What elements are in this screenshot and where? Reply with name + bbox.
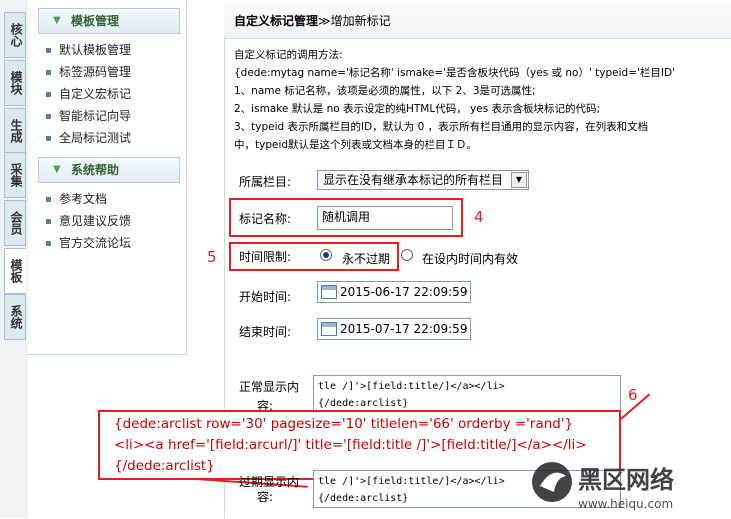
calendar-icon[interactable] <box>321 322 337 336</box>
bullet-icon <box>46 197 51 202</box>
sidebar-item-label: 参考文档 <box>59 192 108 206</box>
help-line: {dede:mytag name='标记名称' ismake='是否含板块代码（… <box>234 67 675 79</box>
start-time-label: 开始时间: <box>239 290 292 304</box>
watermark-logo: 黑区网络 www.heiqu.com <box>530 456 730 516</box>
bullet-icon <box>46 114 51 119</box>
svg-text:黑区网络: 黑区网络 <box>578 466 674 494</box>
breadcrumb-separator: ≫ <box>318 14 331 28</box>
help-line: 2、ismake 默认是 no 表示设定的纯HTML代码， yes 表示含板块标… <box>234 103 601 115</box>
section-title: 系统帮助 <box>71 163 120 177</box>
tab-generate[interactable]: 生成 <box>4 108 26 154</box>
sidebar-item-label: 标签源码管理 <box>59 65 132 79</box>
collapse-arrow-icon: ▼ <box>53 164 61 175</box>
bullet-icon <box>46 92 51 97</box>
normal-content-textarea[interactable]: tle /]'>[field:title/]</a></li> {/dede:a… <box>313 375 621 413</box>
page-subtitle: 增加新标记 <box>330 14 391 28</box>
sidebar-item-custom-macro[interactable]: 自定义宏标记 <box>46 86 131 102</box>
watermark-emblem-icon: 黑区网络 www.heiqu.com <box>532 462 674 511</box>
bullet-icon <box>46 70 51 75</box>
tab-template[interactable]: 模板 <box>4 248 26 294</box>
radio-valid-in-period[interactable] <box>401 249 413 261</box>
collapse-arrow-icon: ▼ <box>53 15 61 26</box>
start-time-input[interactable]: 2015-06-17 22:09:59 <box>317 281 471 303</box>
sidebar-item-tag-source[interactable]: 标签源码管理 <box>46 64 131 80</box>
category-select[interactable]: 显示在没有继承本标记的所有栏目 ▼ <box>317 170 529 190</box>
annotation-number-4: 4 <box>474 208 484 226</box>
bullet-icon <box>46 48 51 53</box>
radio-valid-in-period-label: 在设内时间内有效 <box>422 252 519 266</box>
sidebar-item-label: 自定义宏标记 <box>59 87 132 101</box>
callout-line: {dede:arclist row='30' pagesize='10' tit… <box>114 416 574 432</box>
category-select-value: 显示在没有继承本标记的所有栏目 <box>323 173 504 187</box>
bullet-icon <box>46 136 51 141</box>
sidebar-item-label: 意见建议反馈 <box>59 214 132 228</box>
end-time-label: 结束时间: <box>239 325 292 339</box>
page-title[interactable]: 自定义标记管理 <box>234 14 318 28</box>
sidebar-item-global-tag-test[interactable]: 全局标记测试 <box>46 130 131 146</box>
end-time-input[interactable]: 2015-07-17 22:09:59 <box>317 318 471 340</box>
sidebar: ▼ 模板管理 默认模板管理 标签源码管理 自定义宏标记 智能标记向导 全局标记测… <box>28 0 187 355</box>
tab-member[interactable]: 会员 <box>4 200 26 246</box>
tag-name-label: 标记名称: <box>239 212 292 226</box>
tag-name-input[interactable]: 随机调用 <box>317 206 453 230</box>
sidebar-item-official-forum[interactable]: 官方交流论坛 <box>46 235 131 251</box>
sidebar-item-label: 官方交流论坛 <box>59 236 132 250</box>
radio-never-expire[interactable] <box>320 249 332 261</box>
tab-core[interactable]: 核心 <box>4 12 26 58</box>
help-line: 3、typeid 表示所属栏目的ID，默认为 0 ，表示所有栏目通用的显示内容，… <box>234 121 649 133</box>
sidebar-item-default-templates[interactable]: 默认模板管理 <box>46 42 131 58</box>
callout-line: <li><a href='[field:arcurl/]' title='[fi… <box>114 437 587 453</box>
dropdown-arrow-icon: ▼ <box>511 172 527 188</box>
help-line: 自定义标记的调用方法: <box>234 49 343 61</box>
annotation-number-5: 5 <box>207 248 217 266</box>
tab-system[interactable]: 系统 <box>4 294 26 340</box>
calendar-icon[interactable] <box>321 285 337 299</box>
help-line: 1、name 标记名称，该项是必须的属性，以下 2、3是可选属性; <box>234 85 536 97</box>
module-tab-strip: 核心 模块 生成 采集 会员 模板 系统 <box>0 0 28 518</box>
bullet-icon <box>46 241 51 246</box>
sidebar-item-label: 全局标记测试 <box>59 131 132 145</box>
sidebar-item-tag-wizard[interactable]: 智能标记向导 <box>46 108 131 124</box>
annotation-number-6: 6 <box>628 386 638 404</box>
sidebar-item-feedback[interactable]: 意见建议反馈 <box>46 213 131 229</box>
time-limit-label: 时间限制: <box>239 250 292 264</box>
normal-content-label: 正常显示内 <box>239 380 300 394</box>
tab-collect[interactable]: 采集 <box>4 152 26 198</box>
sidebar-item-label: 智能标记向导 <box>59 109 132 123</box>
section-template-management[interactable]: ▼ 模板管理 <box>38 8 180 34</box>
bullet-icon <box>46 219 51 224</box>
sidebar-item-label: 默认模板管理 <box>59 43 132 57</box>
expired-content-label-2: 容: <box>257 490 274 504</box>
sidebar-item-reference-docs[interactable]: 参考文档 <box>46 191 107 207</box>
category-label: 所属栏目: <box>239 175 292 189</box>
help-line: 中，typeid默认是这个列表或文档本身的栏目ＩＤ。 <box>234 139 478 151</box>
tab-module[interactable]: 模块 <box>4 60 26 106</box>
section-title: 模板管理 <box>71 14 120 28</box>
section-system-help[interactable]: ▼ 系统帮助 <box>38 157 180 183</box>
svg-text:www.heiqu.com: www.heiqu.com <box>578 497 673 511</box>
radio-never-expire-label: 永不过期 <box>342 252 391 266</box>
breadcrumb: 自定义标记管理≫增加新标记 <box>234 12 391 29</box>
